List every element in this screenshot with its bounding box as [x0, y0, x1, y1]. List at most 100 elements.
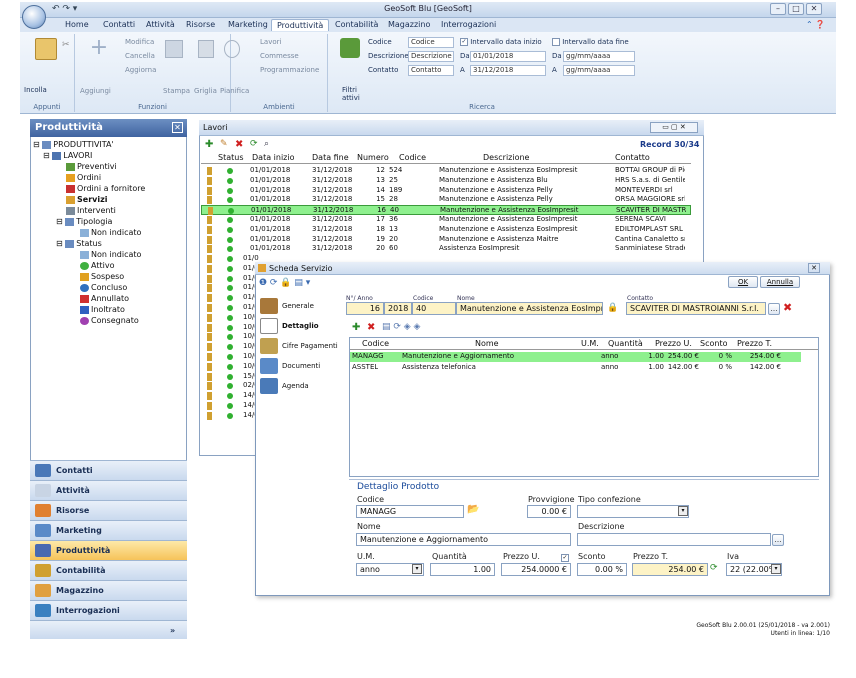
close-button[interactable]: ✕	[806, 3, 822, 15]
commesse-button[interactable]: Commesse	[260, 52, 299, 60]
clock-icon[interactable]	[224, 40, 240, 58]
col-data-fine[interactable]: Data fine	[312, 153, 349, 163]
fine-da-input[interactable]: gg/mm/aaaa	[563, 51, 635, 62]
tab-marketing[interactable]: Marketing	[223, 19, 273, 31]
nav-produttivita[interactable]: Produttività	[30, 540, 187, 560]
tab-attivita[interactable]: Attività	[141, 19, 180, 31]
programmazione-button[interactable]: Programmazione	[260, 66, 319, 74]
scheda-toolbar-icons[interactable]: ❶ ⟳ 🔒 ▤ ▾	[259, 278, 310, 288]
table-row[interactable]: 02/0	[201, 381, 259, 391]
add-icon[interactable]: ✚	[205, 139, 213, 150]
inizio-a-input[interactable]: 31/12/2018	[470, 65, 546, 76]
tab-risorse[interactable]: Risorse	[181, 19, 220, 31]
descrizione-input[interactable]: Descrizione	[408, 51, 454, 62]
det-codice-field[interactable]: MANAGG	[356, 505, 464, 518]
sconto-field[interactable]: 0.00 %	[577, 563, 627, 576]
tab-interrogazioni[interactable]: Interrogazioni	[436, 19, 501, 31]
col-numero[interactable]: Numero	[357, 153, 389, 163]
side-generale[interactable]: Generale	[260, 296, 314, 316]
tree-node-status[interactable]: ⊟ Status	[56, 238, 102, 249]
codice-field[interactable]: 40	[412, 302, 456, 315]
tipo-confezione-select[interactable]	[577, 505, 689, 518]
modifica-button[interactable]: Modifica	[125, 38, 154, 46]
filtri-attivi-button[interactable]: Filtri attivi	[342, 86, 360, 102]
intervallo-fine-checkbox[interactable]: Intervallo data fine	[552, 38, 629, 46]
tab-home[interactable]: Home	[60, 19, 94, 31]
cancella-button[interactable]: Cancella	[125, 52, 155, 60]
tab-contatti[interactable]: Contatti	[98, 19, 140, 31]
table-row[interactable]: 01/0	[201, 264, 259, 274]
side-cifre-pagamenti[interactable]: Cifre Pagamenti	[260, 336, 338, 356]
table-row[interactable]: 10/0	[201, 352, 259, 362]
table-row[interactable]: 01/01/2018 31/12/2018 19 20 Manutenzione e A…	[201, 235, 691, 245]
nav-contabilita[interactable]: Contabilità	[30, 560, 187, 580]
col-contatto[interactable]: Contatto	[615, 153, 650, 163]
table-row[interactable]: 10/0	[201, 323, 259, 333]
app-menu-button[interactable]	[22, 5, 46, 29]
col-descrizione[interactable]: Descrizione	[483, 153, 529, 163]
col-sconto[interactable]: Sconto	[700, 339, 727, 349]
numero-field[interactable]: 16	[346, 302, 384, 315]
annulla-button[interactable]: Annulla	[760, 276, 800, 288]
nav-contatti[interactable]: Contatti	[30, 460, 187, 480]
codice-input[interactable]: Codice	[408, 37, 454, 48]
tree-node-sospeso[interactable]: Sospeso	[80, 271, 124, 282]
col-codice[interactable]: Codice	[362, 339, 389, 349]
tab-contabilita[interactable]: Contabilità	[330, 19, 383, 31]
table-row[interactable]: 14/0	[201, 411, 259, 421]
chevron-down-icon[interactable]: ▾	[412, 564, 422, 574]
prezzo-u-checkbox[interactable]: ✓	[561, 553, 569, 562]
tab-magazzino[interactable]: Magazzino	[383, 19, 435, 31]
nav-interrogazioni[interactable]: Interrogazioni	[30, 600, 187, 620]
delete-row-icon[interactable]: ✖	[367, 322, 375, 333]
tree-node-attivo[interactable]: Attivo	[80, 260, 114, 271]
clear-contatto-icon[interactable]: ✖	[783, 301, 792, 314]
table-row[interactable]: 01/01/2018 31/12/2018 16 40 Manutenzione e A…	[201, 205, 691, 216]
stampa-button[interactable]: Stampa	[163, 87, 190, 95]
paste-icon[interactable]	[35, 38, 57, 60]
table-row[interactable]: 14/0	[201, 401, 259, 411]
col-um[interactable]: U.M.	[581, 339, 599, 349]
edit-icon[interactable]: ✎	[220, 139, 228, 149]
table-row[interactable]: 01/01/2018 31/12/2018 13 25 Manutenzione e A…	[201, 176, 691, 186]
table-row[interactable]: 01/01/2018 31/12/2018 20 60 Assistenza EosIm…	[201, 244, 691, 254]
tree-node-servizi[interactable]: Servizi	[66, 194, 108, 205]
col-codice[interactable]: Codice	[399, 153, 426, 163]
nav-attivita[interactable]: Attività	[30, 480, 187, 500]
nav-risorse[interactable]: Risorse	[30, 500, 187, 520]
tree-node-ordini[interactable]: Ordini	[66, 172, 101, 183]
det-nome-field[interactable]: Manutenzione e Aggiornamento	[356, 533, 571, 546]
folder-icon[interactable]: 📂	[467, 504, 479, 515]
intervallo-inizio-checkbox[interactable]: ✓ Intervallo data inizio	[460, 38, 542, 46]
nome-field[interactable]: Manutenzione e Assistenza EosImpresit	[456, 302, 603, 315]
lavori-window-controls[interactable]: ▭ ▢ ✕	[650, 122, 698, 133]
add-row-icon[interactable]: ✚	[352, 322, 360, 333]
table-row[interactable]: 01/0	[201, 274, 259, 284]
close-panel-icon[interactable]: ✕	[172, 122, 183, 133]
det-descrizione-field[interactable]	[577, 533, 771, 546]
table-row[interactable]: 01/01/2018 31/12/2018 17 36 Manutenzione e A…	[201, 215, 691, 225]
provvigione-field[interactable]: 0.00 €	[527, 505, 571, 518]
tab-produttivita[interactable]: Produttività	[271, 19, 330, 31]
aggiungi-button[interactable]: Aggiungi	[80, 87, 111, 95]
table-row[interactable]: 01/0	[201, 293, 259, 303]
fine-a-input[interactable]: gg/mm/aaaa	[563, 65, 635, 76]
detail-icon[interactable]: ▤ ⟳ ◈ ◈	[382, 322, 420, 332]
griglia-button[interactable]: Griglia	[194, 87, 217, 95]
maximize-button[interactable]: □	[788, 3, 804, 15]
table-row[interactable]: 01/0	[201, 254, 259, 264]
nav-magazzino[interactable]: Magazzino	[30, 580, 187, 600]
table-row[interactable]: ASSTEL Assistenza telefonica anno 1.00 142.0…	[350, 363, 801, 373]
help-icon[interactable]: ⌃ ❓	[806, 20, 825, 29]
col-status[interactable]: Status	[218, 153, 244, 163]
col-prezzo-u[interactable]: Prezzo U.	[655, 339, 692, 349]
table-row[interactable]: MANAGG Manutenzione e Aggiornamento anno 1.…	[350, 352, 801, 362]
table-row[interactable]: 01/01/2018 31/12/2018 15 28 Manutenzione e A…	[201, 195, 691, 205]
col-prezzo-t[interactable]: Prezzo T.	[737, 339, 772, 349]
table-row[interactable]: 15/0	[201, 372, 259, 382]
cut-icon[interactable]: ✂	[62, 40, 70, 50]
paste-button[interactable]: Incolla	[24, 86, 47, 94]
table-row[interactable]: 10/0	[201, 362, 259, 372]
ok-button[interactable]: OK	[728, 276, 758, 288]
tree-node-tipologia[interactable]: ⊟ Tipologia	[56, 216, 112, 227]
